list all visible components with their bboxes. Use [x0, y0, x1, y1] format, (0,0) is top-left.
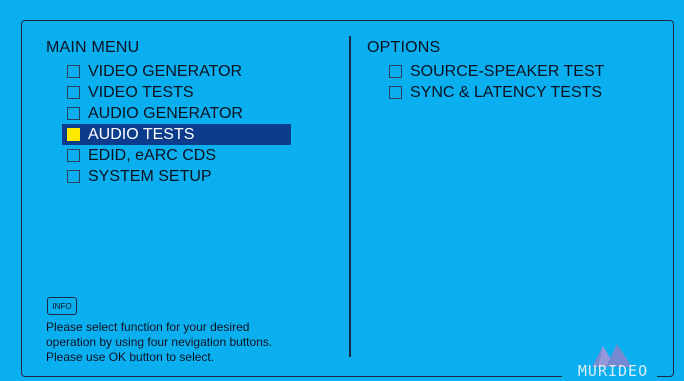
option-source-speaker-test[interactable]: SOURCE-SPEAKER TEST — [389, 61, 604, 82]
checkbox-icon — [67, 65, 80, 78]
option-label: SYNC & LATENCY TESTS — [410, 83, 603, 101]
menu-item-label: AUDIO GENERATOR — [88, 104, 243, 122]
menu-screen: MAIN MENU VIDEO GENERATOR VIDEO TESTS AU… — [0, 0, 684, 381]
menu-item-label: EDID, eARC CDS — [88, 146, 217, 164]
menu-item-edid-earc-cds[interactable]: EDID, eARC CDS — [66, 145, 291, 166]
menu-item-audio-generator[interactable]: AUDIO GENERATOR — [66, 103, 291, 124]
menu-item-label: AUDIO TESTS — [88, 125, 195, 143]
checkbox-icon — [389, 65, 402, 78]
main-menu-title: MAIN MENU — [46, 39, 140, 56]
menu-item-video-generator[interactable]: VIDEO GENERATOR — [66, 61, 291, 82]
menu-item-system-setup[interactable]: SYSTEM SETUP — [66, 166, 291, 187]
help-text: Please select function for your desired … — [46, 320, 346, 365]
brand-name: MURIDEO — [577, 362, 649, 380]
brand-logo: MURIDEO — [572, 340, 654, 381]
help-line: operation by using four nevigation butto… — [46, 335, 273, 349]
checkbox-icon — [67, 149, 80, 162]
option-sync-latency-tests[interactable]: SYNC & LATENCY TESTS — [389, 82, 604, 103]
main-menu-list: VIDEO GENERATOR VIDEO TESTS AUDIO GENERA… — [62, 61, 291, 187]
help-line: Please use OK button to select. — [46, 350, 215, 364]
checkbox-icon — [67, 170, 80, 183]
column-divider — [349, 36, 351, 357]
options-list: SOURCE-SPEAKER TEST SYNC & LATENCY TESTS — [389, 61, 604, 103]
checkbox-selected-icon — [67, 128, 80, 141]
menu-item-label: SYSTEM SETUP — [88, 167, 212, 185]
checkbox-icon — [67, 86, 80, 99]
menu-item-audio-tests[interactable]: AUDIO TESTS — [62, 124, 291, 145]
checkbox-icon — [67, 107, 80, 120]
menu-item-video-tests[interactable]: VIDEO TESTS — [66, 82, 291, 103]
menu-item-label: VIDEO TESTS — [88, 83, 194, 101]
help-line: Please select function for your desired — [46, 320, 250, 334]
option-label: SOURCE-SPEAKER TEST — [410, 62, 605, 80]
info-badge: INFO — [47, 297, 77, 315]
checkbox-icon — [389, 86, 402, 99]
options-title: OPTIONS — [367, 39, 441, 56]
menu-item-label: VIDEO GENERATOR — [88, 62, 243, 80]
